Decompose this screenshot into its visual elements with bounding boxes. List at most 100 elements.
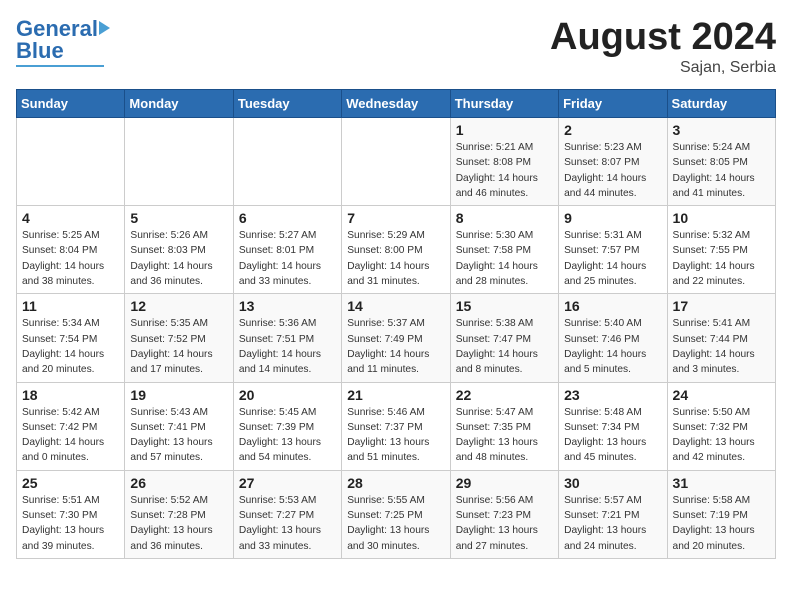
calendar-cell: 23Sunrise: 5:48 AMSunset: 7:34 PMDayligh…	[559, 382, 667, 470]
day-number: 30	[564, 475, 661, 491]
title-block: August 2024 Sajan, Serbia	[550, 16, 776, 77]
day-number: 29	[456, 475, 553, 491]
day-number: 2	[564, 122, 661, 138]
day-info: Sunrise: 5:40 AMSunset: 7:46 PMDaylight:…	[564, 316, 661, 377]
day-number: 18	[22, 387, 119, 403]
day-number: 28	[347, 475, 444, 491]
day-number: 19	[130, 387, 227, 403]
calendar-cell: 5Sunrise: 5:26 AMSunset: 8:03 PMDaylight…	[125, 206, 233, 294]
calendar-cell: 13 Sunrise: 5:36 AMSunset: 7:51 PMDayligh…	[233, 294, 341, 382]
day-info: Sunrise: 5:50 AMSunset: 7:32 PMDaylight:…	[673, 405, 770, 466]
day-number: 17	[673, 298, 770, 314]
day-info: Sunrise: 5:24 AMSunset: 8:05 PMDaylight:…	[673, 140, 770, 201]
calendar-cell: 10Sunrise: 5:32 AMSunset: 7:55 PMDayligh…	[667, 206, 775, 294]
calendar-cell: 11 Sunrise: 5:34 AMSunset: 7:54 PMDayligh…	[17, 294, 125, 382]
calendar-cell: 20 Sunrise: 5:45 AMSunset: 7:39 PMDayligh…	[233, 382, 341, 470]
calendar-cell: 2 Sunrise: 5:23 AMSunset: 8:07 PMDaylight…	[559, 118, 667, 206]
calendar-cell: 24 Sunrise: 5:50 AMSunset: 7:32 PMDayligh…	[667, 382, 775, 470]
calendar-cell: 28Sunrise: 5:55 AMSunset: 7:25 PMDayligh…	[342, 470, 450, 558]
day-info: Sunrise: 5:43 AMSunset: 7:41 PMDaylight:…	[130, 405, 227, 466]
day-info: Sunrise: 5:47 AMSunset: 7:35 PMDaylight:…	[456, 405, 553, 466]
day-info: Sunrise: 5:23 AMSunset: 8:07 PMDaylight:…	[564, 140, 661, 201]
day-info: Sunrise: 5:27 AMSunset: 8:01 PMDaylight:…	[239, 228, 336, 289]
calendar-cell: 9Sunrise: 5:31 AMSunset: 7:57 PMDaylight…	[559, 206, 667, 294]
calendar-cell: 3 Sunrise: 5:24 AMSunset: 8:05 PMDaylight…	[667, 118, 775, 206]
day-of-week-header: Friday	[559, 90, 667, 118]
day-info: Sunrise: 5:52 AMSunset: 7:28 PMDaylight:…	[130, 493, 227, 554]
day-of-week-header: Sunday	[17, 90, 125, 118]
day-info: Sunrise: 5:56 AMSunset: 7:23 PMDaylight:…	[456, 493, 553, 554]
calendar-cell	[233, 118, 341, 206]
day-info: Sunrise: 5:34 AMSunset: 7:54 PMDaylight:…	[22, 316, 119, 377]
calendar-cell: 1 Sunrise: 5:21 AMSunset: 8:08 PMDaylight…	[450, 118, 558, 206]
day-number: 7	[347, 210, 444, 226]
day-number: 23	[564, 387, 661, 403]
calendar-cell: 14Sunrise: 5:37 AMSunset: 7:49 PMDayligh…	[342, 294, 450, 382]
day-number: 8	[456, 210, 553, 226]
calendar-cell: 8 Sunrise: 5:30 AMSunset: 7:58 PMDaylight…	[450, 206, 558, 294]
calendar-cell: 15Sunrise: 5:38 AMSunset: 7:47 PMDayligh…	[450, 294, 558, 382]
calendar-header-row: SundayMondayTuesdayWednesdayThursdayFrid…	[17, 90, 776, 118]
day-number: 9	[564, 210, 661, 226]
calendar-cell: 29 Sunrise: 5:56 AMSunset: 7:23 PMDayligh…	[450, 470, 558, 558]
calendar-cell: 26 Sunrise: 5:52 AMSunset: 7:28 PMDayligh…	[125, 470, 233, 558]
logo-underline	[16, 65, 104, 67]
day-number: 10	[673, 210, 770, 226]
calendar-week-row: 4 Sunrise: 5:25 AMSunset: 8:04 PMDaylight…	[17, 206, 776, 294]
calendar-cell: 18 Sunrise: 5:42 AMSunset: 7:42 PMDayligh…	[17, 382, 125, 470]
calendar-table: SundayMondayTuesdayWednesdayThursdayFrid…	[16, 89, 776, 559]
calendar-cell: 19 Sunrise: 5:43 AMSunset: 7:41 PMDayligh…	[125, 382, 233, 470]
calendar-cell: 17 Sunrise: 5:41 AMSunset: 7:44 PMDayligh…	[667, 294, 775, 382]
day-number: 26	[130, 475, 227, 491]
day-number: 24	[673, 387, 770, 403]
day-number: 20	[239, 387, 336, 403]
calendar-body: 1 Sunrise: 5:21 AMSunset: 8:08 PMDaylight…	[17, 118, 776, 559]
calendar-cell: 16 Sunrise: 5:40 AMSunset: 7:46 PMDayligh…	[559, 294, 667, 382]
day-info: Sunrise: 5:37 AMSunset: 7:49 PMDaylight:…	[347, 316, 444, 377]
day-info: Sunrise: 5:45 AMSunset: 7:39 PMDaylight:…	[239, 405, 336, 466]
day-number: 1	[456, 122, 553, 138]
day-number: 16	[564, 298, 661, 314]
day-info: Sunrise: 5:25 AMSunset: 8:04 PMDaylight:…	[22, 228, 119, 289]
calendar-cell: 31Sunrise: 5:58 AMSunset: 7:19 PMDayligh…	[667, 470, 775, 558]
day-info: Sunrise: 5:35 AMSunset: 7:52 PMDaylight:…	[130, 316, 227, 377]
day-number: 27	[239, 475, 336, 491]
page-header: General Blue August 2024 Sajan, Serbia	[16, 16, 776, 77]
day-info: Sunrise: 5:42 AMSunset: 7:42 PMDaylight:…	[22, 405, 119, 466]
day-info: Sunrise: 5:53 AMSunset: 7:27 PMDaylight:…	[239, 493, 336, 554]
day-info: Sunrise: 5:41 AMSunset: 7:44 PMDaylight:…	[673, 316, 770, 377]
day-info: Sunrise: 5:46 AMSunset: 7:37 PMDaylight:…	[347, 405, 444, 466]
calendar-cell: 7Sunrise: 5:29 AMSunset: 8:00 PMDaylight…	[342, 206, 450, 294]
calendar-cell	[342, 118, 450, 206]
day-info: Sunrise: 5:30 AMSunset: 7:58 PMDaylight:…	[456, 228, 553, 289]
day-number: 4	[22, 210, 119, 226]
day-number: 25	[22, 475, 119, 491]
calendar-cell: 27 Sunrise: 5:53 AMSunset: 7:27 PMDayligh…	[233, 470, 341, 558]
calendar-cell: 22Sunrise: 5:47 AMSunset: 7:35 PMDayligh…	[450, 382, 558, 470]
calendar-week-row: 25 Sunrise: 5:51 AMSunset: 7:30 PMDayligh…	[17, 470, 776, 558]
calendar-cell: 25 Sunrise: 5:51 AMSunset: 7:30 PMDayligh…	[17, 470, 125, 558]
day-info: Sunrise: 5:51 AMSunset: 7:30 PMDaylight:…	[22, 493, 119, 554]
day-number: 3	[673, 122, 770, 138]
calendar-cell: 21 Sunrise: 5:46 AMSunset: 7:37 PMDayligh…	[342, 382, 450, 470]
day-info: Sunrise: 5:21 AMSunset: 8:08 PMDaylight:…	[456, 140, 553, 201]
calendar-cell	[17, 118, 125, 206]
calendar-cell: 30 Sunrise: 5:57 AMSunset: 7:21 PMDayligh…	[559, 470, 667, 558]
logo: General Blue	[16, 16, 110, 67]
day-number: 13	[239, 298, 336, 314]
day-info: Sunrise: 5:57 AMSunset: 7:21 PMDaylight:…	[564, 493, 661, 554]
day-info: Sunrise: 5:38 AMSunset: 7:47 PMDaylight:…	[456, 316, 553, 377]
day-info: Sunrise: 5:36 AMSunset: 7:51 PMDaylight:…	[239, 316, 336, 377]
day-number: 5	[130, 210, 227, 226]
day-of-week-header: Saturday	[667, 90, 775, 118]
day-number: 11	[22, 298, 119, 314]
location: Sajan, Serbia	[550, 59, 776, 77]
calendar-cell	[125, 118, 233, 206]
calendar-cell: 4 Sunrise: 5:25 AMSunset: 8:04 PMDaylight…	[17, 206, 125, 294]
logo-arrow-icon	[99, 21, 110, 35]
day-number: 21	[347, 387, 444, 403]
day-number: 6	[239, 210, 336, 226]
logo-blue-text: Blue	[16, 38, 64, 64]
day-of-week-header: Thursday	[450, 90, 558, 118]
day-number: 12	[130, 298, 227, 314]
